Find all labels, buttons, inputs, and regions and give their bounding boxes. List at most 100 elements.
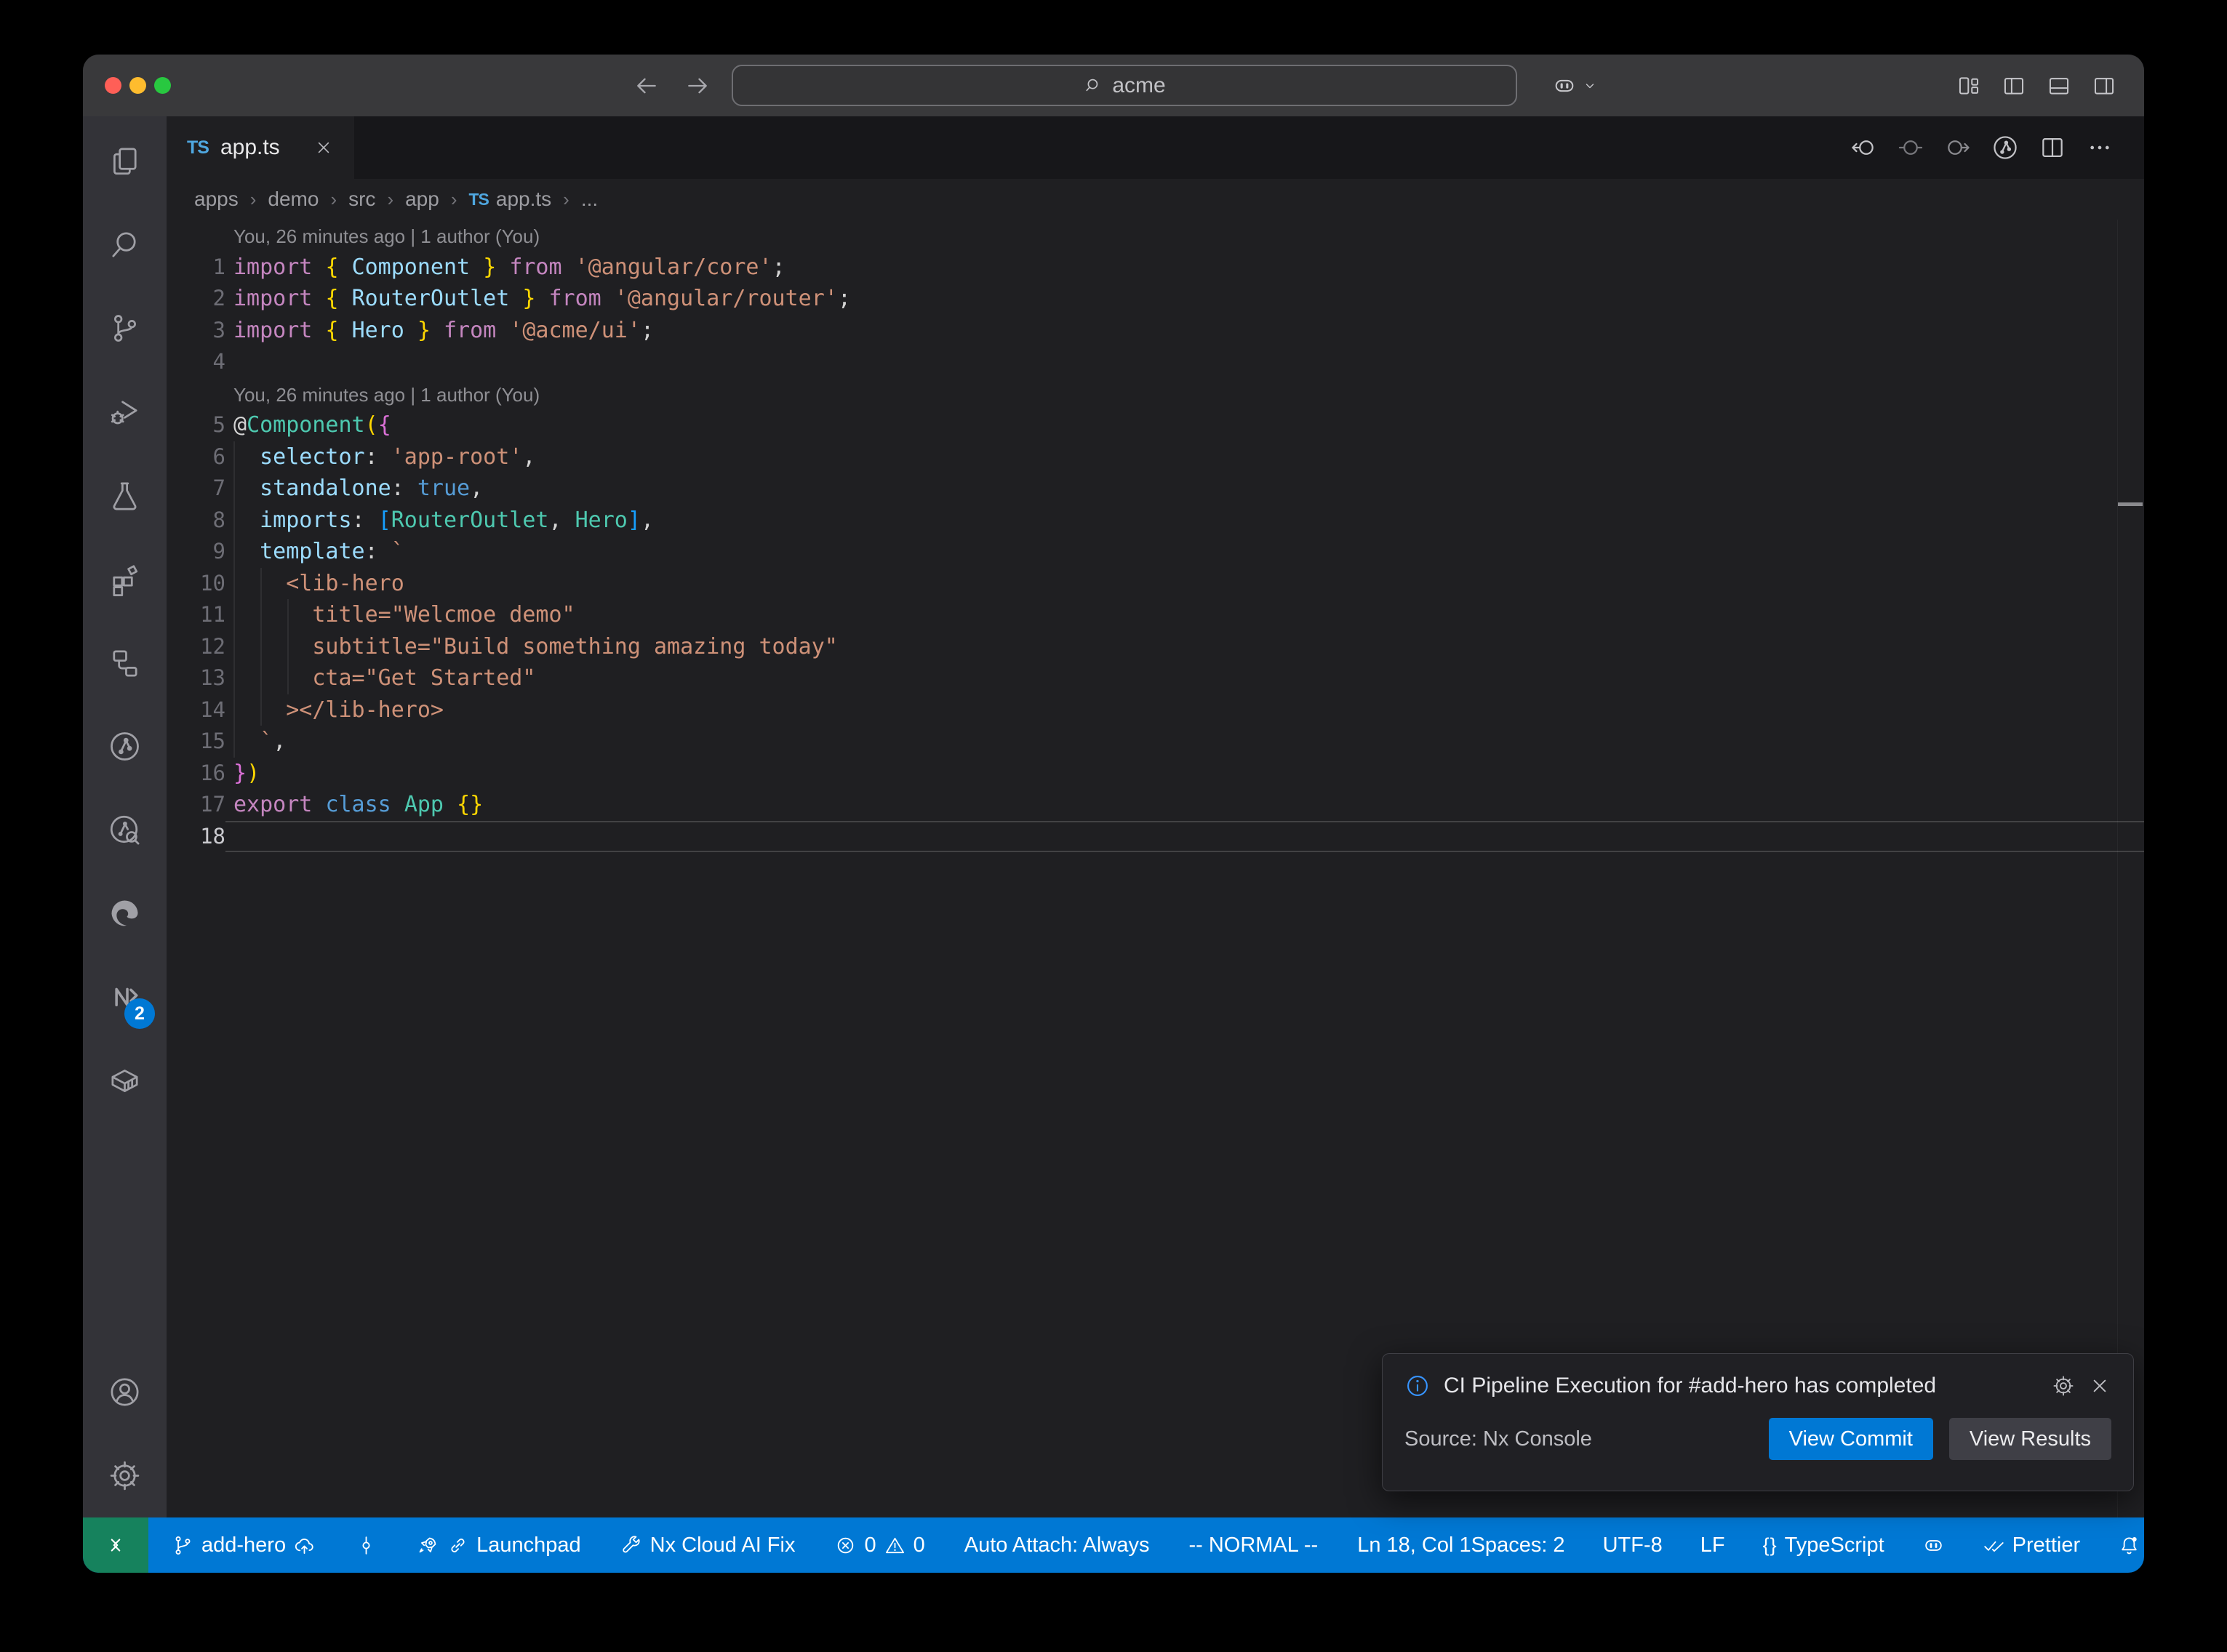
code-line[interactable]: 3import { Hero } from '@acme/ui'; [167,315,2144,347]
gitlens-forward-icon[interactable] [1944,134,1972,161]
status-vim-mode[interactable]: -- NORMAL -- [1188,1533,1318,1557]
code-line[interactable]: 4 [167,346,2144,378]
status-launchpad[interactable]: Launchpad [417,1533,581,1557]
code-line[interactable]: 14 ></lib-hero> [167,694,2144,726]
customize-layout-icon[interactable] [1956,73,1981,98]
code-text: selector: 'app-root', [225,441,2144,473]
line-number: 18 [167,821,225,853]
breadcrumb-item[interactable]: apps [194,188,239,211]
code-line[interactable]: 17export class App {} [167,789,2144,821]
gitlens-back-icon[interactable] [1850,134,1877,161]
breadcrumb-symbol[interactable]: ... [581,188,598,211]
breadcrumb-item[interactable]: demo [268,188,319,211]
code-line[interactable]: 9 template: ` [167,536,2144,568]
code-line[interactable]: 7 standalone: true, [167,473,2144,505]
activity-testing[interactable] [83,454,167,537]
remote-indicator[interactable] [83,1517,148,1573]
view-results-button[interactable]: View Results [1949,1418,2111,1460]
code-line[interactable]: 1import { Component } from '@angular/cor… [167,252,2144,284]
code-line[interactable]: 6 selector: 'app-root', [167,441,2144,473]
graph-circle-icon [108,729,142,763]
activity-edge[interactable] [83,872,167,955]
toggle-secondary-sidebar-icon[interactable] [2092,73,2116,98]
code-text [225,346,2144,378]
account-icon [108,1375,142,1409]
split-editor-icon[interactable] [2039,134,2066,161]
indent-guide [287,599,289,694]
graph-view-icon[interactable] [1991,134,2019,161]
status-formatter[interactable]: Prettier [1983,1533,2080,1557]
breadcrumb-file[interactable]: TSapp.ts [469,188,552,211]
activity-container[interactable] [83,1039,167,1123]
code-text: ></lib-hero> [225,694,2144,726]
activity-references[interactable] [83,621,167,705]
status-language[interactable]: {}TypeScript [1763,1533,1884,1557]
status-git-commit[interactable] [355,1534,377,1557]
code-line[interactable]: 15 `, [167,726,2144,758]
code-line[interactable]: 13 cta="Get Started" [167,662,2144,694]
activity-source-control[interactable] [83,286,167,370]
activity-account[interactable] [83,1350,167,1434]
code-line[interactable]: 2import { RouterOutlet } from '@angular/… [167,283,2144,315]
toggle-primary-sidebar-icon[interactable] [2002,73,2026,98]
edge-icon [108,897,142,931]
status-auto-attach[interactable]: Auto Attach: Always [964,1533,1150,1557]
status-encoding[interactable]: UTF-8 [1603,1533,1663,1557]
notification-settings-icon[interactable] [2052,1374,2075,1398]
code-line[interactable]: 8 imports: [RouterOutlet, Hero], [167,505,2144,537]
testing-icon [108,478,142,513]
zoom-window-button[interactable] [154,77,171,94]
code-line[interactable]: 5@Component({ [167,409,2144,441]
code-line[interactable]: 18 [167,821,2144,853]
toggle-panel-icon[interactable] [2047,73,2071,98]
explorer-icon [108,144,142,178]
close-window-button[interactable] [105,77,121,94]
code-line[interactable]: 11 title="Welcmoe demo" [167,599,2144,631]
editor-actions [1850,116,2144,179]
source-control-icon [108,311,142,345]
activity-run-debug[interactable] [83,370,167,454]
activity-nx[interactable]: 2 [83,955,167,1039]
breadcrumb-item[interactable]: src [348,188,375,211]
navigate-forward-icon[interactable] [683,71,712,100]
minimize-window-button[interactable] [129,77,146,94]
gitlens-annotate-icon[interactable] [1897,134,1924,161]
code-editor[interactable]: You, 26 minutes ago | 1 author (You)1imp… [167,220,2144,1517]
scrollbar-edge [2117,220,2118,1517]
status-indentation[interactable]: Spaces: 2 [1471,1533,1565,1557]
line-number: 11 [167,599,225,631]
status-label: Nx Cloud AI Fix [650,1533,796,1557]
nx-badge: 2 [124,998,155,1029]
remote-icon [103,1532,129,1558]
copilot-menu[interactable] [1552,55,1599,116]
activity-graph-circle[interactable] [83,705,167,788]
titlebar: acme [83,55,2144,116]
activity-extensions[interactable] [83,537,167,621]
activity-settings[interactable] [83,1434,167,1517]
status-nx-cloud-ai-fix[interactable]: Nx Cloud AI Fix [620,1533,796,1557]
activity-graph-search[interactable] [83,788,167,872]
navigate-back-icon[interactable] [632,71,661,100]
status-cursor-position[interactable]: Ln 18, Col 1 [1357,1533,1471,1557]
more-actions-icon[interactable] [2086,134,2114,161]
code-line[interactable]: 12 subtitle="Build something amazing tod… [167,631,2144,663]
git-branch-icon [172,1534,194,1557]
cloud-upload-icon [293,1534,316,1557]
tab-app-ts[interactable]: TS app.ts [167,116,354,179]
notification-close-icon[interactable] [2088,1374,2111,1398]
status-notifications[interactable] [2118,1534,2140,1557]
status-copilot[interactable] [1922,1534,1945,1557]
activity-search[interactable] [83,203,167,286]
close-tab-icon[interactable] [313,137,334,158]
status-git-branch[interactable]: add-hero [172,1533,316,1557]
breadcrumb-item[interactable]: app [405,188,439,211]
status-eol[interactable]: LF [1700,1533,1725,1557]
code-line[interactable]: 16}) [167,758,2144,790]
code-line[interactable]: 10 <lib-hero [167,568,2144,600]
command-center-search[interactable]: acme [732,65,1517,106]
chevron-down-icon [1581,77,1599,95]
graph-search-icon [108,813,142,847]
view-commit-button[interactable]: View Commit [1769,1418,1933,1460]
activity-explorer[interactable] [83,119,167,203]
status-problems[interactable]: 00 [834,1533,924,1557]
